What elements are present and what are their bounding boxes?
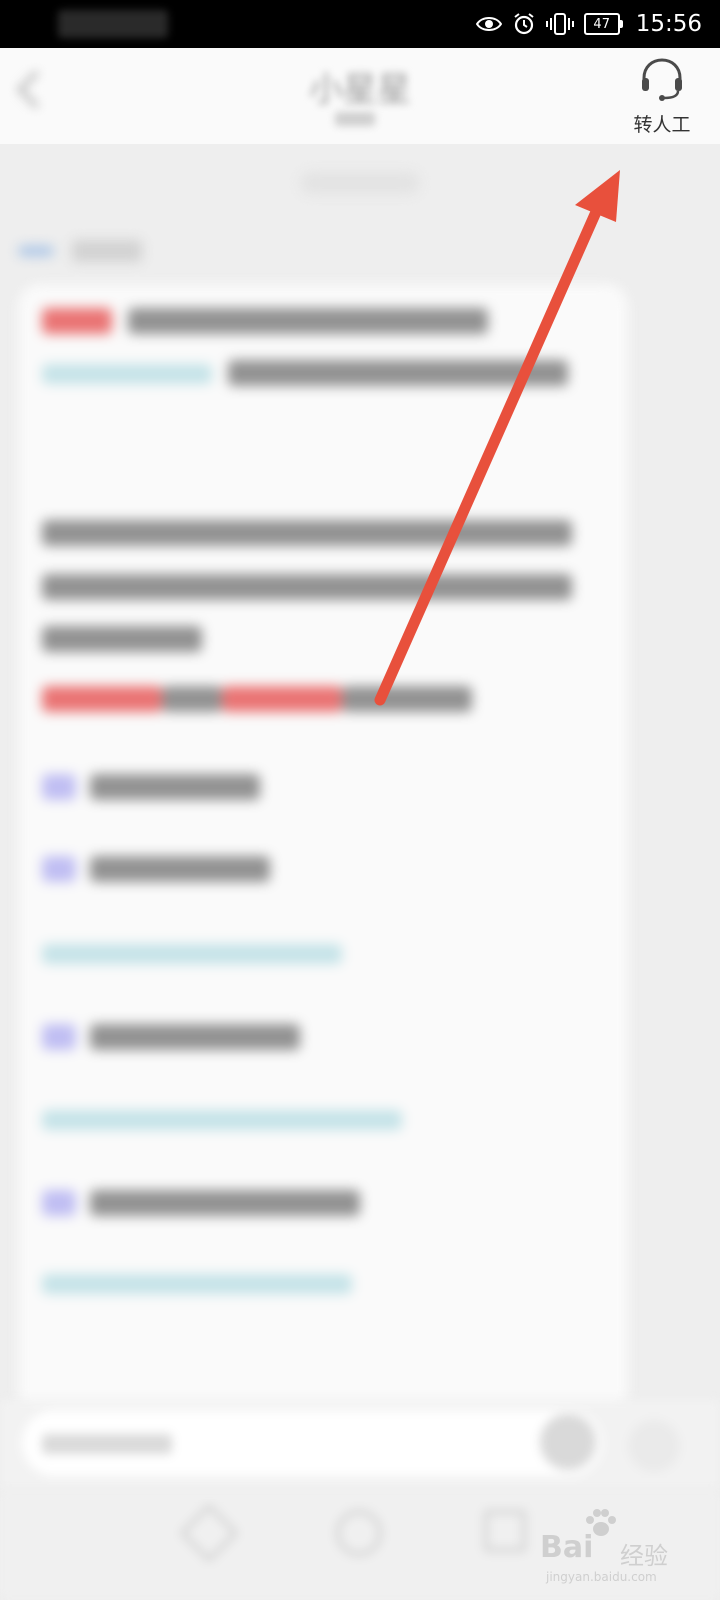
battery-icon: 47 bbox=[583, 13, 623, 35]
chat-header: 小星星 bbox=[0, 48, 720, 144]
bot-avatar bbox=[18, 246, 54, 256]
bot-name-blurred bbox=[72, 240, 142, 262]
plus-icon[interactable] bbox=[628, 1420, 680, 1472]
vibrate-icon bbox=[545, 13, 574, 35]
bot-message-bubble bbox=[18, 284, 628, 1414]
page-title: 小星星 bbox=[309, 70, 411, 110]
transfer-to-human-button[interactable]: 转人工 bbox=[622, 54, 702, 138]
nav-home-icon[interactable] bbox=[336, 1510, 382, 1556]
page-subtitle-blurred bbox=[335, 112, 375, 126]
eye-icon bbox=[475, 17, 502, 31]
watermark-brand: Bai bbox=[540, 1530, 594, 1565]
watermark-suffix: 经验 bbox=[620, 1542, 668, 1570]
input-placeholder-blurred bbox=[42, 1434, 172, 1454]
timestamp-pill bbox=[300, 172, 420, 194]
carrier-info-blurred bbox=[58, 10, 168, 38]
transfer-to-human-label: 转人工 bbox=[633, 114, 691, 136]
status-bar: 47 15:56 bbox=[0, 0, 720, 48]
message-input-bar bbox=[0, 1400, 720, 1490]
baidu-watermark: Bai 经验 jingyan.baidu.com bbox=[540, 1508, 690, 1584]
status-time: 15:56 bbox=[635, 11, 702, 37]
chat-area-blurred bbox=[0, 144, 720, 1414]
nav-back-icon[interactable] bbox=[179, 1503, 239, 1563]
nav-recents-icon[interactable] bbox=[484, 1510, 526, 1552]
battery-level: 47 bbox=[593, 16, 610, 32]
headset-icon bbox=[642, 58, 682, 101]
alarm-icon bbox=[514, 13, 534, 35]
emoji-icon[interactable] bbox=[540, 1414, 596, 1470]
message-input[interactable] bbox=[22, 1410, 602, 1476]
watermark-url: jingyan.baidu.com bbox=[546, 1570, 657, 1584]
